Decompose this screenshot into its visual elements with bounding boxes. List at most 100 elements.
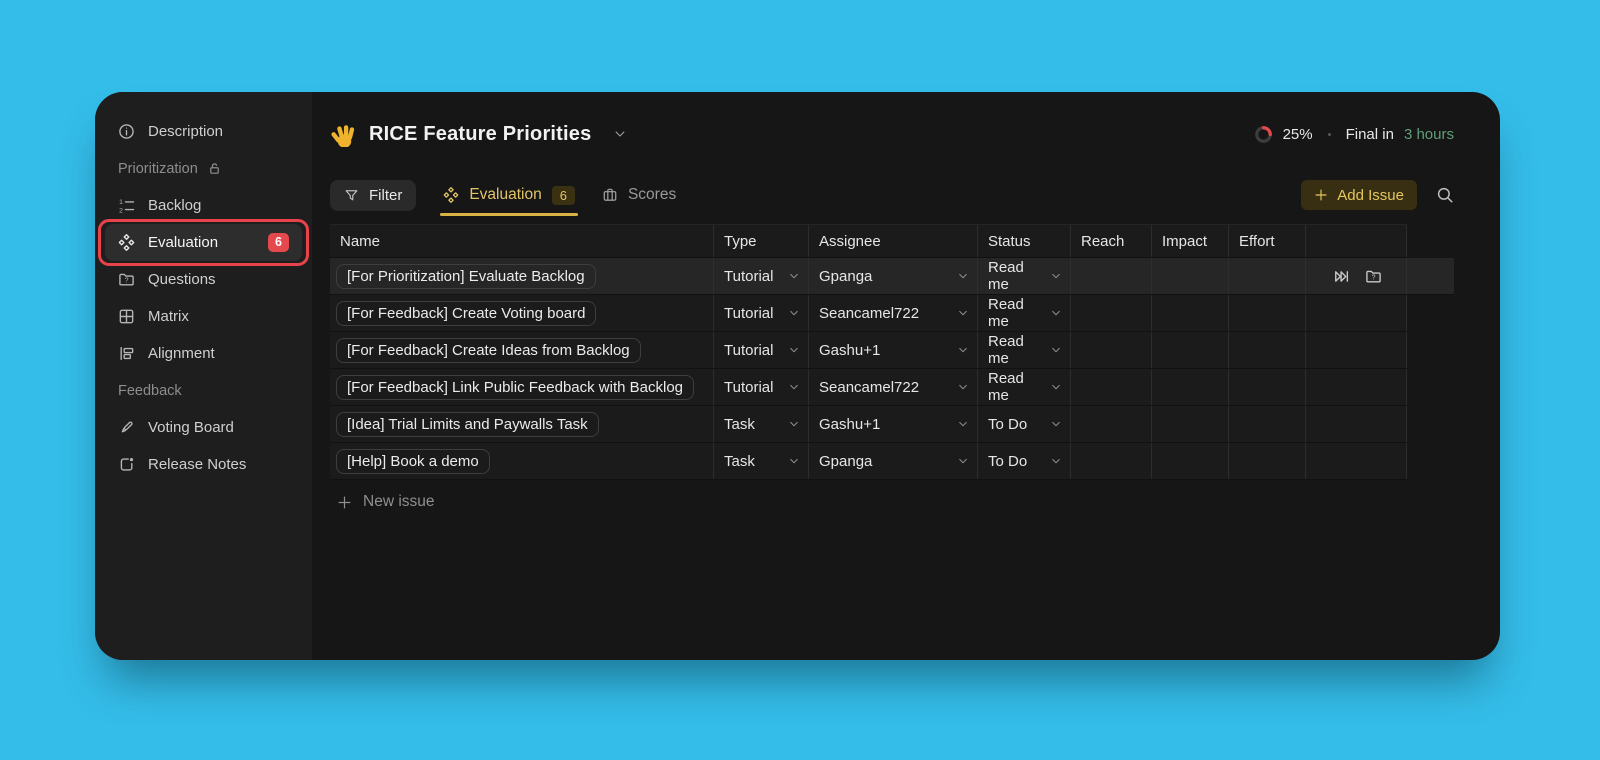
cell-status[interactable]: Read me bbox=[978, 295, 1071, 331]
sidebar-item-voting-board[interactable]: Voting Board bbox=[105, 409, 302, 446]
chevron-holder bbox=[957, 344, 969, 356]
column-header-status[interactable]: Status bbox=[978, 225, 1071, 257]
sidebar-nav: DescriptionPrioritization12BacklogEvalua… bbox=[95, 113, 312, 483]
cell-impact[interactable] bbox=[1152, 443, 1229, 479]
issue-name-pill[interactable]: [For Feedback] Create Voting board bbox=[336, 301, 596, 326]
sidebar-item-evaluation[interactable]: Evaluation6 bbox=[105, 224, 302, 261]
sidebar-item-release-notes[interactable]: Release Notes bbox=[105, 446, 302, 483]
issue-name-pill[interactable]: [Help] Book a demo bbox=[336, 449, 490, 474]
cell-effort[interactable] bbox=[1229, 406, 1306, 442]
title-chevron-down-icon[interactable] bbox=[613, 127, 627, 141]
cell-assignee[interactable]: Gashu+1 bbox=[809, 332, 978, 368]
cell-impact[interactable] bbox=[1152, 258, 1229, 294]
scores-icon bbox=[602, 187, 618, 203]
sidebar-item-alignment[interactable]: Alignment bbox=[105, 335, 302, 372]
cell-assignee[interactable]: Seancamel722 bbox=[809, 369, 978, 405]
table-header-cells: NameTypeAssigneeStatusReachImpactEffort bbox=[330, 224, 1407, 258]
column-header-assignee[interactable]: Assignee bbox=[809, 225, 978, 257]
table-row: [Help] Book a demo TaskGpangaTo Do bbox=[330, 443, 1454, 480]
cell-effort[interactable] bbox=[1229, 443, 1306, 479]
chevron-holder bbox=[957, 270, 969, 282]
cell-impact[interactable] bbox=[1152, 369, 1229, 405]
chevron-holder bbox=[788, 344, 800, 356]
sidebar-item-label: Matrix bbox=[148, 308, 189, 325]
tab-evaluation[interactable]: Evaluation 6 bbox=[443, 179, 575, 211]
desktop-background: DescriptionPrioritization12BacklogEvalua… bbox=[0, 0, 1600, 760]
chevron-down-icon bbox=[1050, 455, 1062, 467]
final-in-value: 3 hours bbox=[1404, 126, 1454, 143]
sidebar-section-prioritization: Prioritization bbox=[95, 150, 312, 187]
table-row-cells: [For Prioritization] Evaluate Backlog Tut… bbox=[330, 258, 1407, 295]
type-value: Tutorial bbox=[724, 379, 773, 396]
cell-effort[interactable] bbox=[1229, 295, 1306, 331]
cell-assignee[interactable]: Gashu+1 bbox=[809, 406, 978, 442]
cell-name: [For Feedback] Create Ideas from Backlog bbox=[330, 332, 714, 368]
column-header-reach[interactable]: Reach bbox=[1071, 225, 1152, 257]
progress-percent: 25% bbox=[1283, 126, 1313, 143]
cell-actions: ? bbox=[1306, 258, 1407, 294]
cell-status[interactable]: To Do bbox=[978, 443, 1071, 479]
new-issue-button[interactable]: New issue bbox=[330, 493, 435, 511]
folder-question-icon: ? bbox=[118, 271, 135, 288]
cell-reach[interactable] bbox=[1071, 332, 1152, 368]
cell-impact[interactable] bbox=[1152, 406, 1229, 442]
cell-type[interactable]: Tutorial bbox=[714, 332, 809, 368]
sidebar-item-description[interactable]: Description bbox=[105, 113, 302, 150]
cell-status[interactable]: To Do bbox=[978, 406, 1071, 442]
table-header-row: NameTypeAssigneeStatusReachImpactEffort bbox=[330, 224, 1454, 258]
plus-icon bbox=[337, 495, 352, 510]
issue-table: NameTypeAssigneeStatusReachImpactEffort … bbox=[330, 224, 1454, 480]
type-value: Task bbox=[724, 416, 755, 433]
tab-scores[interactable]: Scores bbox=[602, 179, 676, 211]
cell-reach[interactable] bbox=[1071, 369, 1152, 405]
issue-name-pill[interactable]: [For Feedback] Create Ideas from Backlog bbox=[336, 338, 641, 363]
cell-type[interactable]: Task bbox=[714, 406, 809, 442]
filter-button[interactable]: Filter bbox=[330, 180, 416, 211]
cell-type[interactable]: Tutorial bbox=[714, 369, 809, 405]
diamonds-icon-holder bbox=[118, 234, 135, 251]
issue-name-pill[interactable]: [For Feedback] Link Public Feedback with… bbox=[336, 375, 694, 400]
cell-impact[interactable] bbox=[1152, 332, 1229, 368]
column-header-effort[interactable]: Effort bbox=[1229, 225, 1306, 257]
search-icon[interactable] bbox=[1436, 186, 1454, 204]
sidebar-item-matrix[interactable]: Matrix bbox=[105, 298, 302, 335]
page-title[interactable]: RICE Feature Priorities bbox=[369, 123, 591, 146]
cell-status[interactable]: Read me bbox=[978, 258, 1071, 294]
cell-assignee[interactable]: Seancamel722 bbox=[809, 295, 978, 331]
cell-reach[interactable] bbox=[1071, 406, 1152, 442]
issue-name-pill[interactable]: [Idea] Trial Limits and Paywalls Task bbox=[336, 412, 599, 437]
cell-effort[interactable] bbox=[1229, 369, 1306, 405]
add-issue-button[interactable]: Add Issue bbox=[1301, 180, 1417, 210]
sidebar-item-label: Alignment bbox=[148, 345, 215, 362]
cell-reach[interactable] bbox=[1071, 443, 1152, 479]
cell-type[interactable]: Tutorial bbox=[714, 295, 809, 331]
column-header-type[interactable]: Type bbox=[714, 225, 809, 257]
cell-status[interactable]: Read me bbox=[978, 332, 1071, 368]
diamonds-icon bbox=[118, 234, 135, 251]
sidebar-item-questions[interactable]: ?Questions bbox=[105, 261, 302, 298]
cell-impact[interactable] bbox=[1152, 295, 1229, 331]
cell-reach[interactable] bbox=[1071, 295, 1152, 331]
cell-name: [Help] Book a demo bbox=[330, 443, 714, 479]
skip-to-end-icon-holder[interactable] bbox=[1333, 268, 1350, 285]
cell-effort[interactable] bbox=[1229, 332, 1306, 368]
chevron-down-icon bbox=[957, 344, 969, 356]
cell-assignee[interactable]: Gpanga bbox=[809, 258, 978, 294]
cell-assignee[interactable]: Gpanga bbox=[809, 443, 978, 479]
cell-type[interactable]: Tutorial bbox=[714, 258, 809, 294]
issue-table-body: [For Prioritization] Evaluate Backlog Tut… bbox=[330, 258, 1454, 480]
cell-effort[interactable] bbox=[1229, 258, 1306, 294]
cell-status[interactable]: Read me bbox=[978, 369, 1071, 405]
column-header-name[interactable]: Name bbox=[330, 225, 714, 257]
unlock-icon-holder[interactable] bbox=[207, 161, 222, 176]
folder-question-icon-holder[interactable]: ? bbox=[1365, 268, 1382, 285]
issue-name-pill[interactable]: [For Prioritization] Evaluate Backlog bbox=[336, 264, 596, 289]
cell-reach[interactable] bbox=[1071, 258, 1152, 294]
table-row-filler bbox=[1407, 295, 1454, 332]
column-header-impact[interactable]: Impact bbox=[1152, 225, 1229, 257]
release-notes-icon bbox=[118, 456, 135, 473]
sidebar-item-backlog[interactable]: 12Backlog bbox=[105, 187, 302, 224]
voting-icon-holder bbox=[118, 419, 135, 436]
column-header-actions[interactable] bbox=[1306, 225, 1407, 257]
cell-type[interactable]: Task bbox=[714, 443, 809, 479]
